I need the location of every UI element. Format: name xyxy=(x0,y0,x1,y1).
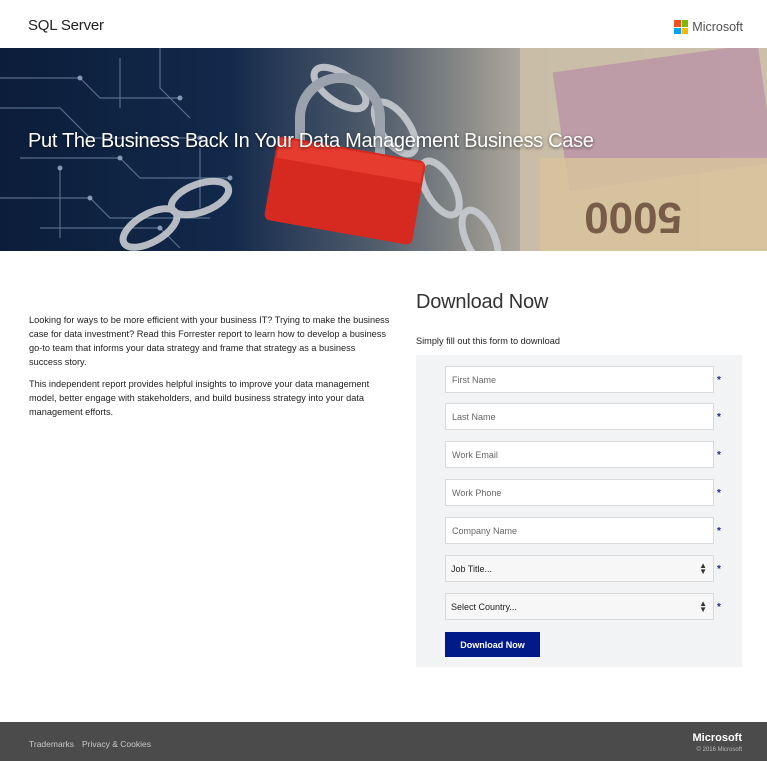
hero-banner: 5000 Put The Business Back In Your Data … xyxy=(0,48,767,251)
required-marker: * xyxy=(717,488,721,499)
intro-text: Looking for ways to be more efficient wi… xyxy=(29,313,391,427)
company-name-input[interactable]: Company Name xyxy=(445,517,714,544)
required-marker: * xyxy=(717,450,721,461)
hero-title: Put The Business Back In Your Data Manag… xyxy=(28,130,594,152)
form-subheading: Simply fill out this form to download xyxy=(416,336,560,346)
download-now-button[interactable]: Download Now xyxy=(445,632,540,657)
country-select[interactable]: Select Country... ▲ ▼ xyxy=(445,593,714,620)
top-bar: SQL Server Microsoft xyxy=(0,0,767,48)
required-marker: * xyxy=(717,412,721,423)
work-phone-input[interactable]: Work Phone xyxy=(445,479,714,506)
job-title-select[interactable]: Job Title... ▲ ▼ xyxy=(445,555,714,582)
footer-copyright: © 2016 Microsoft xyxy=(696,747,742,753)
footer-link-trademarks[interactable]: Trademarks xyxy=(29,739,74,749)
form-heading: Download Now xyxy=(416,291,549,313)
footer: Trademarks Privacy & Cookies Microsoft ©… xyxy=(0,722,767,761)
intro-paragraph-2: This independent report provides helpful… xyxy=(29,379,370,417)
country-value: Select Country... xyxy=(451,601,517,612)
select-arrows-icon: ▲ ▼ xyxy=(699,598,707,614)
intro-paragraph-1: Looking for ways to be more efficient wi… xyxy=(29,315,390,367)
job-title-value: Job Title... xyxy=(451,563,493,574)
required-marker: * xyxy=(717,526,721,537)
download-form: First Name * Last Name * Work Email * Wo… xyxy=(416,355,742,667)
select-arrows-icon: ▲ ▼ xyxy=(699,560,707,576)
last-name-input[interactable]: Last Name xyxy=(445,403,714,430)
first-name-input[interactable]: First Name xyxy=(445,366,714,393)
footer-link-privacy[interactable]: Privacy & Cookies xyxy=(82,739,151,749)
microsoft-logo[interactable]: Microsoft xyxy=(674,20,743,34)
microsoft-wordmark: Microsoft xyxy=(692,20,743,34)
product-name[interactable]: SQL Server xyxy=(28,17,104,34)
work-email-input[interactable]: Work Email xyxy=(445,441,714,468)
footer-microsoft-logo[interactable]: Microsoft xyxy=(693,732,743,744)
required-marker: * xyxy=(717,375,721,386)
required-marker: * xyxy=(717,564,721,575)
svg-text:5000: 5000 xyxy=(584,193,682,242)
microsoft-windows-icon xyxy=(674,20,689,34)
required-marker: * xyxy=(717,602,721,613)
